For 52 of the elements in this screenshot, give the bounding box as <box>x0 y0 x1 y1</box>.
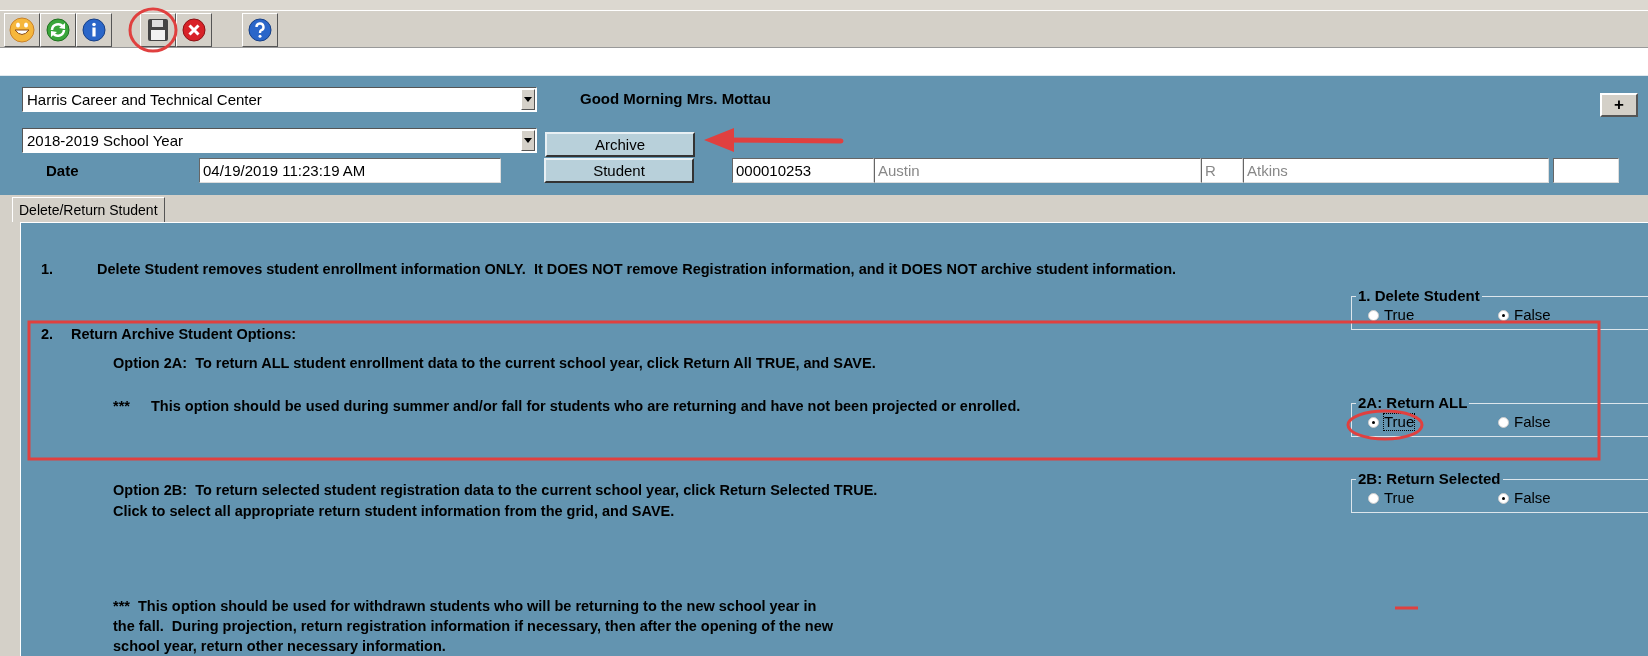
radio-button[interactable] <box>1498 416 1509 428</box>
item-number: 1. <box>41 260 55 279</box>
first-name-field[interactable]: Austin <box>874 158 1201 183</box>
radio-button[interactable] <box>1368 309 1379 321</box>
smiley-icon <box>9 17 35 43</box>
radio-button[interactable] <box>1498 492 1509 504</box>
instruction-text: Option 2A: To return ALL student enrollment data to the current school year, click Return All TRUE, and SAVE. <box>113 354 877 373</box>
radio-button[interactable] <box>1498 309 1509 321</box>
highlight-circle <box>128 7 178 53</box>
toolbar-button[interactable] <box>40 13 76 47</box>
group-title: 1. Delete Student <box>1356 287 1482 304</box>
toolbar-button[interactable] <box>176 13 212 47</box>
toolbar-button[interactable] <box>140 13 176 47</box>
instruction-text: Option 2B: To return selected student registration data to the current school year, click Return Selected TRUE. Click to select all appropriate return student information from the grid, and SAVE. <box>113 481 879 521</box>
archive-button[interactable]: Archive <box>545 132 695 157</box>
instruction-text: Return Archive Student Options: <box>71 325 297 344</box>
radio-option[interactable]: False <box>1498 414 1628 430</box>
caret-icon <box>521 89 535 110</box>
middle-initial-field[interactable]: R <box>1201 158 1243 183</box>
item-number: 2. <box>41 325 55 344</box>
item-number: *** <box>113 397 131 416</box>
radio-button[interactable] <box>1368 492 1379 504</box>
student-id-field[interactable]: 000010253 <box>732 158 874 183</box>
dropdown[interactable]: Harris Career and Technical Center <box>22 87 537 112</box>
add-button[interactable]: + <box>1600 93 1638 117</box>
group-title: 2B: Return Selected <box>1356 470 1503 487</box>
radio-button[interactable] <box>1368 416 1379 428</box>
radio-option[interactable]: True <box>1368 307 1498 323</box>
instruction-text: This option should be used during summer and/or fall for students who are returning and have not been projected or enrolled. <box>151 397 1021 416</box>
instruction-text: *** This option should be used for withdrawn students who will be returning to the new school year in the fall. During projection, return registration information if necessary, then after the opening of the new school year, return other necessary information. <box>113 597 833 656</box>
caret-icon <box>521 130 535 151</box>
radio-option[interactable]: True <box>1368 490 1498 506</box>
annotation-dash <box>1395 606 1418 610</box>
date-label: Date <box>46 162 80 179</box>
refresh-icon <box>46 18 70 42</box>
dropdown[interactable]: 2018-2019 School Year <box>22 128 537 153</box>
toolbar-button[interactable] <box>4 13 40 47</box>
info-icon <box>82 18 106 42</box>
input-field[interactable] <box>1553 158 1619 183</box>
toolbar-button[interactable] <box>242 13 278 47</box>
toolbar-button[interactable] <box>76 13 112 47</box>
close-icon <box>182 18 206 42</box>
radio-option[interactable]: False <box>1498 490 1628 506</box>
last-name-field[interactable]: Atkins <box>1243 158 1549 183</box>
help-icon <box>248 18 272 42</box>
tab[interactable]: Delete/Return Student <box>12 197 165 222</box>
radio-option[interactable]: False <box>1498 307 1628 323</box>
radio-option[interactable]: True <box>1368 414 1498 430</box>
date-field[interactable]: 04/19/2019 11:23:19 AM <box>199 158 501 183</box>
greeting-text: Good Morning Mrs. Mottau <box>580 90 771 107</box>
instruction-text: Delete Student removes student enrollment information ONLY. It DOES NOT remove Registration information, and it DOES NOT archive student information. <box>97 260 1177 279</box>
student-button[interactable]: Student <box>544 158 694 183</box>
